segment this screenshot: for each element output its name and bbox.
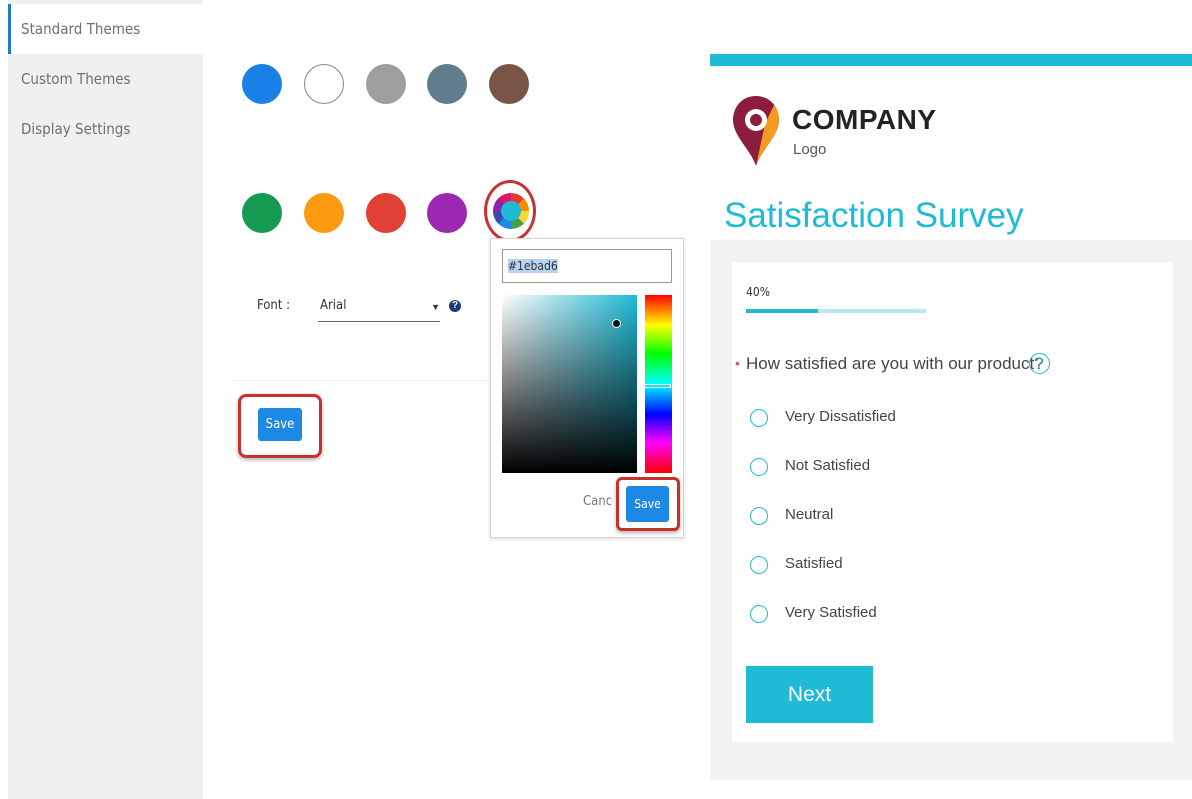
swatch-brown[interactable] <box>489 64 529 104</box>
hue-handle[interactable] <box>644 384 671 388</box>
swatch-purple[interactable] <box>427 193 467 233</box>
custom-color-highlight <box>484 180 536 242</box>
save-button[interactable]: Save <box>258 408 302 441</box>
company-logo-title: COMPANY <box>792 104 937 135</box>
radio-button[interactable] <box>750 458 768 476</box>
font-value: Arial <box>320 298 347 313</box>
cancel-button[interactable]: Cancel <box>583 494 613 509</box>
sidebar-item-display-settings[interactable]: Display Settings <box>8 104 203 154</box>
company-logo-icon <box>733 96 779 166</box>
option-label: Very Satisfied <box>785 604 877 621</box>
progress-fill <box>746 309 818 313</box>
radio-button[interactable] <box>750 605 768 623</box>
sidebar-item-standard-themes[interactable]: Standard Themes <box>8 4 203 54</box>
hue-slider[interactable] <box>644 295 672 473</box>
hex-color-value: #1ebad6 <box>508 259 558 273</box>
picker-save-button[interactable]: Save <box>626 486 669 522</box>
survey-card: 40% • How satisfied are you with our pro… <box>732 262 1173 742</box>
swatch-red[interactable] <box>366 193 406 233</box>
question-help-icon[interactable]: ? <box>1029 353 1050 374</box>
next-button[interactable]: Next <box>746 666 873 723</box>
progress-bar <box>746 309 926 313</box>
sidebar-item-custom-themes[interactable]: Custom Themes <box>8 54 203 104</box>
option-label: Very Dissatisfied <box>785 408 896 425</box>
swatch-blue-gray[interactable] <box>427 64 467 104</box>
color-wheel-icon[interactable] <box>493 193 529 229</box>
option-label: Neutral <box>785 506 834 523</box>
preview-top-bar <box>710 54 1192 66</box>
custom-color-preview <box>501 201 521 221</box>
picker-save-highlight: Save <box>616 477 680 531</box>
radio-button[interactable] <box>750 556 768 574</box>
company-logo-subtitle: Logo <box>793 141 827 158</box>
option-label: Not Satisfied <box>785 457 871 474</box>
save-button-highlight: Save <box>238 394 322 458</box>
option-label: Satisfied <box>785 555 843 572</box>
swatch-blue[interactable] <box>242 64 282 104</box>
required-marker: • <box>735 355 740 371</box>
font-select[interactable]: Arial ▼ <box>318 294 440 322</box>
chevron-down-icon: ▼ <box>431 302 440 312</box>
progress-text: 40% <box>746 285 770 299</box>
sidebar: Standard Themes Custom Themes Display Se… <box>8 0 203 799</box>
swatch-gray[interactable] <box>366 64 406 104</box>
survey-title: Satisfaction Survey <box>724 196 1024 235</box>
question-text: How satisfied are you with our product? <box>746 354 1044 373</box>
radio-button[interactable] <box>750 507 768 525</box>
swatch-orange[interactable] <box>304 193 344 233</box>
radio-button[interactable] <box>750 409 768 427</box>
font-label: Font : <box>257 298 291 313</box>
swatch-white[interactable] <box>304 64 344 104</box>
saturation-handle[interactable] <box>612 319 621 328</box>
saturation-value-area[interactable] <box>502 295 637 473</box>
question-icon[interactable]: ? <box>449 300 461 312</box>
swatch-green[interactable] <box>242 193 282 233</box>
hex-color-input[interactable]: #1ebad6 <box>502 249 672 283</box>
divider <box>230 380 490 381</box>
color-picker-popup: #1ebad6 Cancel Save <box>490 238 684 538</box>
